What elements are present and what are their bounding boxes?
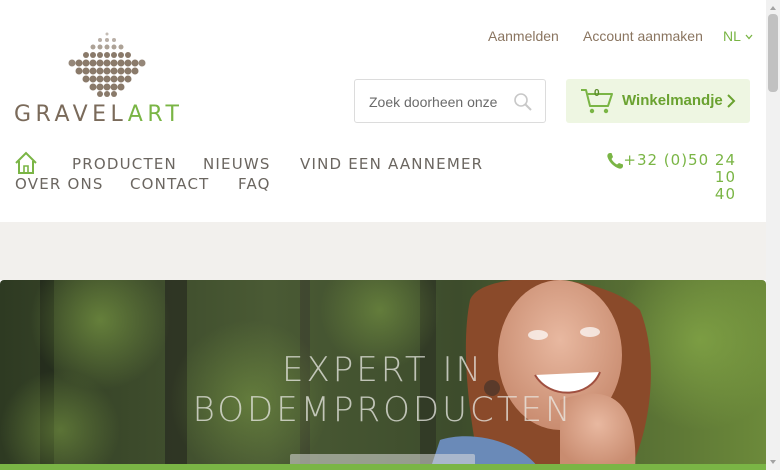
phone-number-line1: +32 (0)50 24 10: [623, 151, 736, 186]
chevron-right-icon: [727, 94, 736, 108]
logo-wordmark: GRAVELART: [14, 102, 183, 127]
nav-item-faq[interactable]: FAQ: [238, 175, 271, 193]
nav-home[interactable]: [14, 151, 38, 175]
search-icon[interactable]: [513, 92, 533, 112]
language-selector[interactable]: NL: [723, 28, 753, 44]
hero-title-line2: BODEMPRODUCTEN: [192, 390, 574, 430]
header-divider-band: [0, 222, 766, 280]
scroll-down-arrow-icon[interactable]: [769, 458, 777, 466]
nav-item-vind-een-aannemer[interactable]: VIND EEN AANNEMER: [300, 155, 483, 173]
cart-count: 0: [594, 88, 600, 99]
search-input[interactable]: [369, 92, 499, 112]
bottom-accent-bar: [0, 464, 766, 470]
scroll-up-arrow-icon[interactable]: [769, 4, 777, 12]
nav-item-nieuws[interactable]: NIEUWS: [203, 155, 271, 173]
chevron-down-icon: [745, 34, 753, 40]
home-icon: [15, 151, 37, 174]
register-link[interactable]: Account aanmaken: [583, 28, 703, 44]
logo-art-text: ART: [127, 102, 184, 127]
nav-item-over-ons[interactable]: OVER ONS: [15, 175, 104, 193]
logo-dots-mark: [68, 32, 146, 97]
scrollbar-thumb[interactable]: [768, 14, 778, 92]
login-link[interactable]: Aanmelden: [488, 28, 559, 44]
site-header: GRAVELART Aanmelden Account aanmaken NL …: [0, 0, 766, 222]
cart-label: Winkelmandje: [622, 92, 723, 109]
page-scrollbar[interactable]: [766, 0, 780, 470]
hero-title-line1: EXPERT IN: [282, 350, 484, 390]
gravelart-logo[interactable]: GRAVELART: [14, 30, 194, 127]
language-label: NL: [723, 28, 741, 44]
logo-gravel-text: GRAVEL: [14, 102, 128, 127]
hero-banner: EXPERT IN BODEMPRODUCTEN: [0, 280, 766, 470]
phone-link[interactable]: +32 (0)50 24 10 40: [606, 152, 736, 203]
nav-item-contact[interactable]: CONTACT: [130, 175, 210, 193]
cart-button[interactable]: 0 Winkelmandje: [566, 79, 750, 123]
search-box: [354, 79, 546, 123]
phone-number-line2: 40: [714, 185, 736, 203]
nav-item-producten[interactable]: PRODUCTEN: [72, 155, 177, 173]
